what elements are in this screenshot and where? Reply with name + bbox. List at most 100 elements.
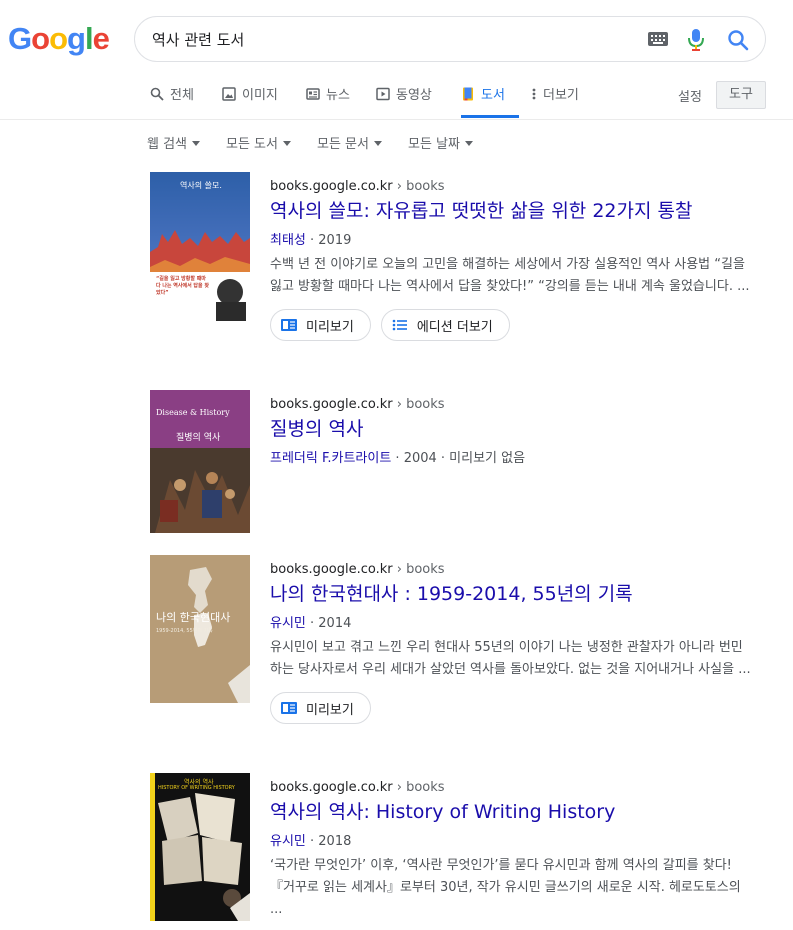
result-snippet: 수백 년 전 이야기로 오늘의 고민을 해결하는 세상에서 가장 실용적인 역사… <box>270 257 750 294</box>
filter-web-search[interactable]: 웹 검색 <box>147 133 201 152</box>
tab-news[interactable]: 뉴스 <box>306 84 350 118</box>
result-url[interactable]: books.google.co.kr › books <box>270 178 760 196</box>
filter-all-books[interactable]: 모든 도서 <box>226 133 291 152</box>
tab-images[interactable]: 이미지 <box>222 84 278 118</box>
search-icon <box>150 87 164 101</box>
tools-button[interactable]: 도구 <box>716 81 766 109</box>
result-breadcrumb: › books <box>396 397 445 412</box>
result-domain: books.google.co.kr <box>270 562 393 577</box>
book-cover-image <box>150 172 250 321</box>
book-cover-subtitle: 질병의 역사 <box>176 433 221 443</box>
search-input[interactable] <box>152 27 632 51</box>
search-icon[interactable] <box>727 29 749 51</box>
result-meta-rest: · 2014 <box>305 616 352 631</box>
more-editions-button[interactable]: 에디션 더보기 <box>380 309 510 341</box>
keyboard-icon[interactable] <box>648 32 668 46</box>
result-meta-rest: · 2018 <box>305 834 352 849</box>
result-title-link[interactable]: 역사의 쓸모: 자유롭고 떳떳한 삶을 위한 22가지 통찰 <box>270 198 760 224</box>
preview-button[interactable]: 미리보기 <box>270 692 371 724</box>
author-link[interactable]: 유시민 <box>270 616 306 631</box>
book-cover-title: Disease & History <box>156 408 230 417</box>
tab-label: 이미지 <box>242 88 278 103</box>
result-meta: 프레더릭 F.카트라이트 · 2004 · 미리보기 없음 <box>270 449 760 469</box>
filter-all-documents[interactable]: 모든 문서 <box>317 133 382 152</box>
result-breadcrumb: › books <box>396 179 445 194</box>
author-link[interactable]: 유시민 <box>270 834 306 849</box>
result-url[interactable]: books.google.co.kr › books <box>270 561 760 579</box>
book-cover-subtitle: 1959-2014, 55년의 기록 <box>156 628 213 634</box>
caret-down-icon <box>464 141 473 146</box>
result-snippet: 유시민이 보고 겪고 느낀 우리 현대사 55년의 이야기 나는 냉정한 관찰자… <box>270 640 751 677</box>
search-tabs: 전체 이미지 뉴스 동영상 도서 더보기 설정 도구 <box>0 78 793 120</box>
result-title-link[interactable]: 역사의 역사: History of Writing History <box>270 799 760 825</box>
result-meta: 유시민 · 2014 <box>270 614 760 634</box>
chip-label: 에디션 더보기 <box>416 319 493 335</box>
result-meta: 유시민 · 2018 <box>270 832 760 852</box>
logo-letter: G <box>8 21 32 56</box>
result-domain: books.google.co.kr <box>270 179 393 194</box>
tab-label: 도서 <box>481 88 505 103</box>
search-box <box>134 16 766 62</box>
tab-label: 뉴스 <box>326 88 350 103</box>
logo-letter: o <box>31 21 50 56</box>
filter-label: 모든 문서 <box>317 137 369 152</box>
logo-letter: l <box>84 21 94 56</box>
tab-label: 더보기 <box>543 88 579 103</box>
filter-all-dates[interactable]: 모든 날짜 <box>408 133 473 152</box>
book-cover[interactable]: 나의 한국현대사 1959-2014, 55년의 기록 <box>150 555 250 703</box>
result-domain: books.google.co.kr <box>270 780 393 795</box>
caret-down-icon <box>192 141 201 146</box>
tab-books[interactable]: 도서 <box>461 84 519 118</box>
logo-letter: e <box>92 21 110 56</box>
chip-label: 미리보기 <box>306 702 354 718</box>
image-icon <box>222 87 236 101</box>
result-title-link[interactable]: 질병의 역사 <box>270 416 760 442</box>
tab-label: 전체 <box>170 88 194 103</box>
preview-book-icon <box>281 702 297 714</box>
result-title-link[interactable]: 나의 한국현대사 : 1959-2014, 55년의 기록 <box>270 581 760 607</box>
author-link[interactable]: 프레더릭 F.카트라이트 <box>270 451 391 466</box>
book-cover-subtitle: HISTORY OF WRITING HISTORY <box>158 785 235 791</box>
result-actions: 미리보기 <box>270 692 760 724</box>
tab-more[interactable]: 더보기 <box>531 84 579 118</box>
video-icon <box>376 87 390 101</box>
filter-label: 모든 도서 <box>226 137 278 152</box>
result-meta: 최태성 · 2019 <box>270 231 760 251</box>
list-icon <box>392 319 407 331</box>
microphone-icon[interactable] <box>688 28 704 52</box>
preview-book-icon <box>281 319 297 331</box>
result-meta-rest: · 2004 · 미리보기 없음 <box>391 451 526 466</box>
news-icon <box>306 88 320 100</box>
google-logo[interactable]: Google <box>8 21 110 57</box>
tab-all[interactable]: 전체 <box>150 84 194 118</box>
result-actions: 미리보기 에디션 더보기 <box>270 309 760 341</box>
logo-letter: g <box>67 21 86 56</box>
result-domain: books.google.co.kr <box>270 397 393 412</box>
book-cover[interactable]: Disease & History 질병의 역사 <box>150 390 250 533</box>
tab-videos[interactable]: 동영상 <box>376 84 432 118</box>
filter-label: 웹 검색 <box>147 137 188 152</box>
book-cover-title: 나의 한국현대사 <box>156 611 231 624</box>
result-breadcrumb: › books <box>396 562 445 577</box>
settings-link[interactable]: 설정 <box>678 86 702 105</box>
logo-letter: o <box>49 21 68 56</box>
filter-label: 모든 날짜 <box>408 137 460 152</box>
result-breadcrumb: › books <box>396 780 445 795</box>
result-snippet: ‘국가란 무엇인가’ 이후, ‘역사란 무엇인가’를 묻다 유시민과 함께 역사… <box>270 858 741 917</box>
book-cover-image <box>150 773 250 921</box>
author-link[interactable]: 최태성 <box>270 233 306 248</box>
book-cover-title: 역사의 쓸모. <box>180 181 222 190</box>
caret-down-icon <box>282 141 291 146</box>
result-url[interactable]: books.google.co.kr › books <box>270 779 760 797</box>
result-url[interactable]: books.google.co.kr › books <box>270 396 760 414</box>
book-icon <box>463 87 473 101</box>
preview-button[interactable]: 미리보기 <box>270 309 371 341</box>
caret-down-icon <box>373 141 382 146</box>
chip-label: 미리보기 <box>306 319 354 335</box>
more-vert-icon <box>532 88 536 100</box>
tab-label: 동영상 <box>396 88 432 103</box>
result-meta-rest: · 2019 <box>305 233 352 248</box>
book-cover-quote: “길을 잃고 방황할 때마다 나는 역사에서 답을 찾았다” <box>156 276 209 296</box>
book-cover[interactable]: 역사의 역사 HISTORY OF WRITING HISTORY <box>150 773 250 921</box>
book-cover[interactable]: 역사의 쓸모. “길을 잃고 방황할 때마다 나는 역사에서 답을 찾았다” <box>150 172 250 321</box>
